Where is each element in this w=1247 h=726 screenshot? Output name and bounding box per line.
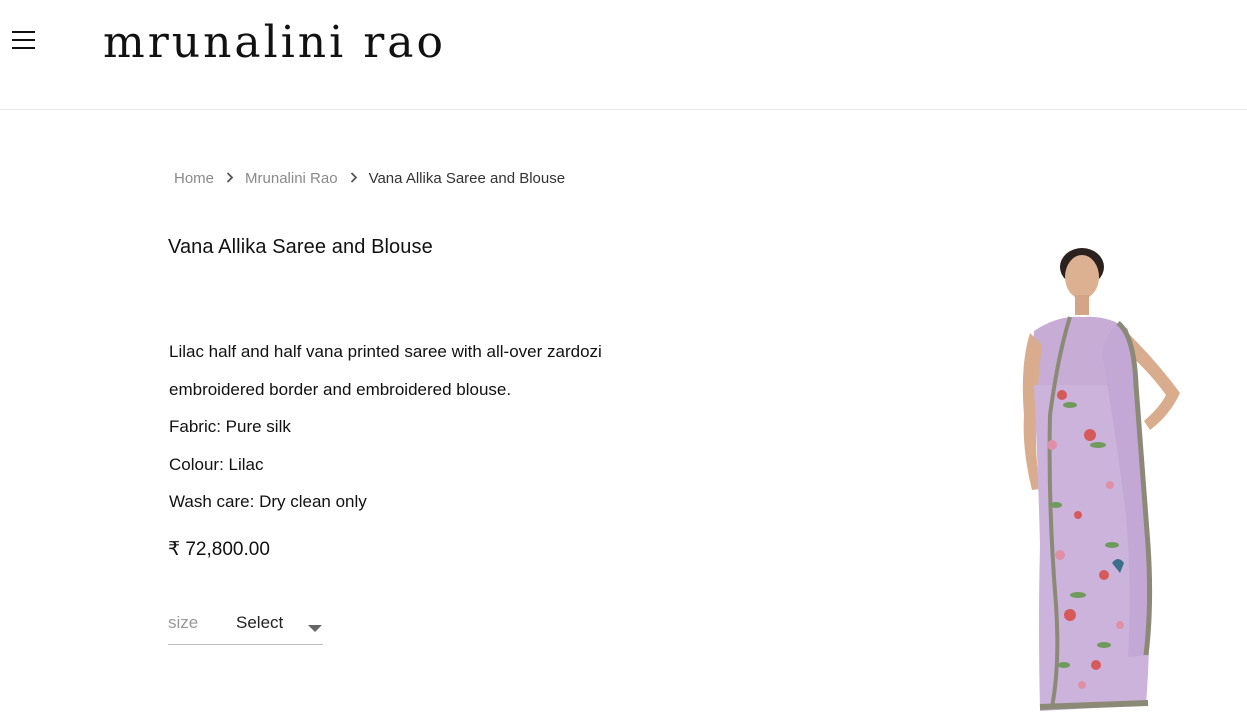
product-description: Lilac half and half vana printed saree w… bbox=[169, 333, 639, 521]
size-label: size bbox=[168, 613, 199, 632]
description-line: Lilac half and half vana printed saree w… bbox=[169, 342, 602, 361]
description-line: Fabric: Pure silk bbox=[169, 417, 291, 436]
site-header: mrunalini rao bbox=[0, 0, 1247, 110]
chevron-right-icon bbox=[350, 170, 358, 187]
product-image[interactable] bbox=[1000, 245, 1190, 721]
description-line: Wash care: Dry clean only bbox=[169, 492, 367, 511]
brand-logo[interactable]: mrunalini rao bbox=[103, 14, 446, 72]
size-dropdown[interactable]: Select bbox=[236, 612, 323, 640]
size-selector: size Select bbox=[168, 608, 323, 645]
caret-down-icon bbox=[308, 625, 322, 632]
description-line: embroidered border and embroidered blous… bbox=[169, 379, 512, 399]
product-price: ₹ 72,800.00 bbox=[168, 539, 270, 560]
breadcrumb-brand[interactable]: Mrunalini Rao bbox=[245, 170, 338, 187]
chevron-right-icon bbox=[226, 170, 234, 187]
product-title: Vana Allika Saree and Blouse bbox=[168, 236, 433, 258]
description-line: Colour: Lilac bbox=[169, 454, 264, 474]
hamburger-menu-icon[interactable] bbox=[12, 30, 35, 50]
breadcrumb: Home Mrunalini Rao Vana Allika Saree and… bbox=[174, 170, 565, 187]
size-dropdown-value: Select bbox=[236, 613, 284, 632]
breadcrumb-home[interactable]: Home bbox=[174, 170, 214, 187]
breadcrumb-current: Vana Allika Saree and Blouse bbox=[368, 170, 566, 187]
